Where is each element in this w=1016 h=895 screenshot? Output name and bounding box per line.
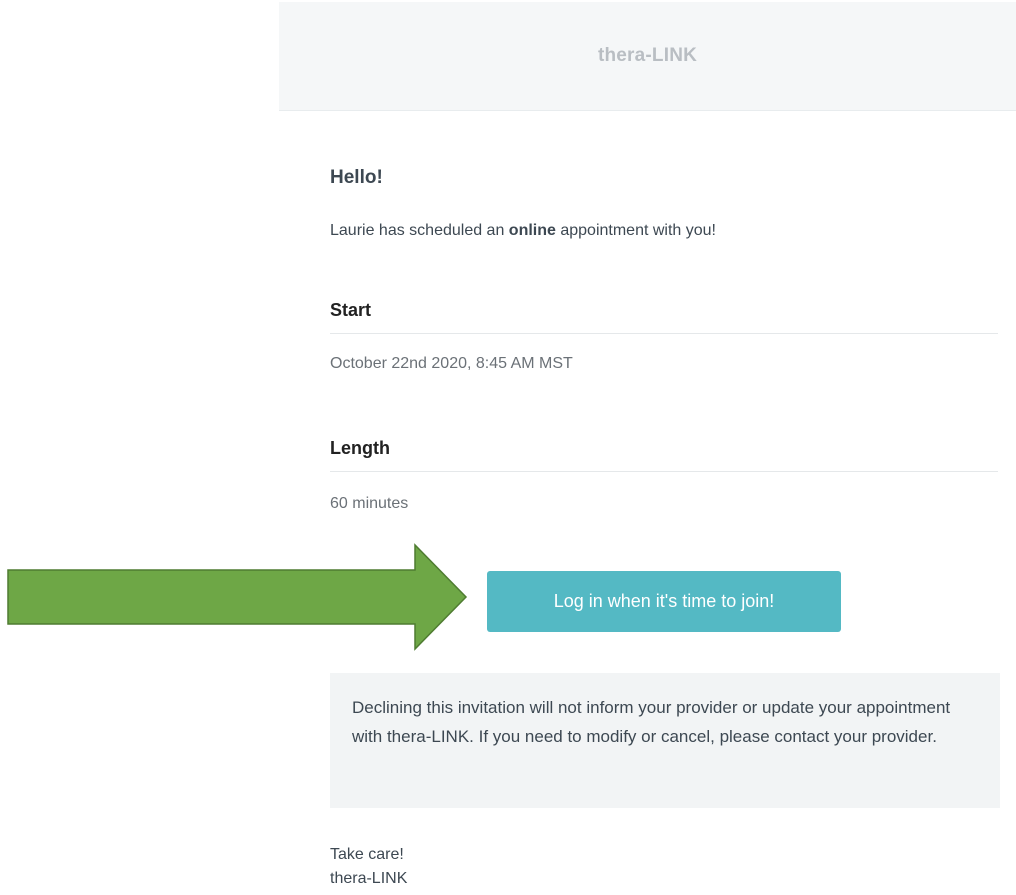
intro-text-before: Laurie has scheduled an — [330, 222, 509, 239]
appointment-intro: Laurie has scheduled an online appointme… — [330, 222, 716, 240]
email-page: thera-LINK Hello! Laurie has scheduled a… — [0, 0, 1016, 895]
join-appointment-button[interactable]: Log in when it's time to join! — [487, 571, 841, 632]
signoff-signature: thera-LINK — [330, 870, 408, 887]
signoff: Take care! thera-LINK — [330, 843, 407, 891]
start-label: Start — [330, 300, 998, 334]
intro-text-bold: online — [508, 222, 556, 239]
email-header: thera-LINK — [279, 2, 1016, 111]
start-value: October 22nd 2020, 8:45 AM MST — [330, 355, 573, 372]
length-value: 60 minutes — [330, 495, 409, 512]
brand-name: thera-LINK — [597, 45, 698, 66]
decline-notice: Declining this invitation will not infor… — [330, 673, 1000, 808]
right-arrow-icon — [7, 543, 468, 651]
signoff-line: Take care! — [330, 846, 404, 863]
intro-text-after: appointment with you! — [555, 222, 716, 239]
length-label: Length — [330, 438, 998, 472]
greeting-heading: Hello! — [330, 167, 383, 188]
